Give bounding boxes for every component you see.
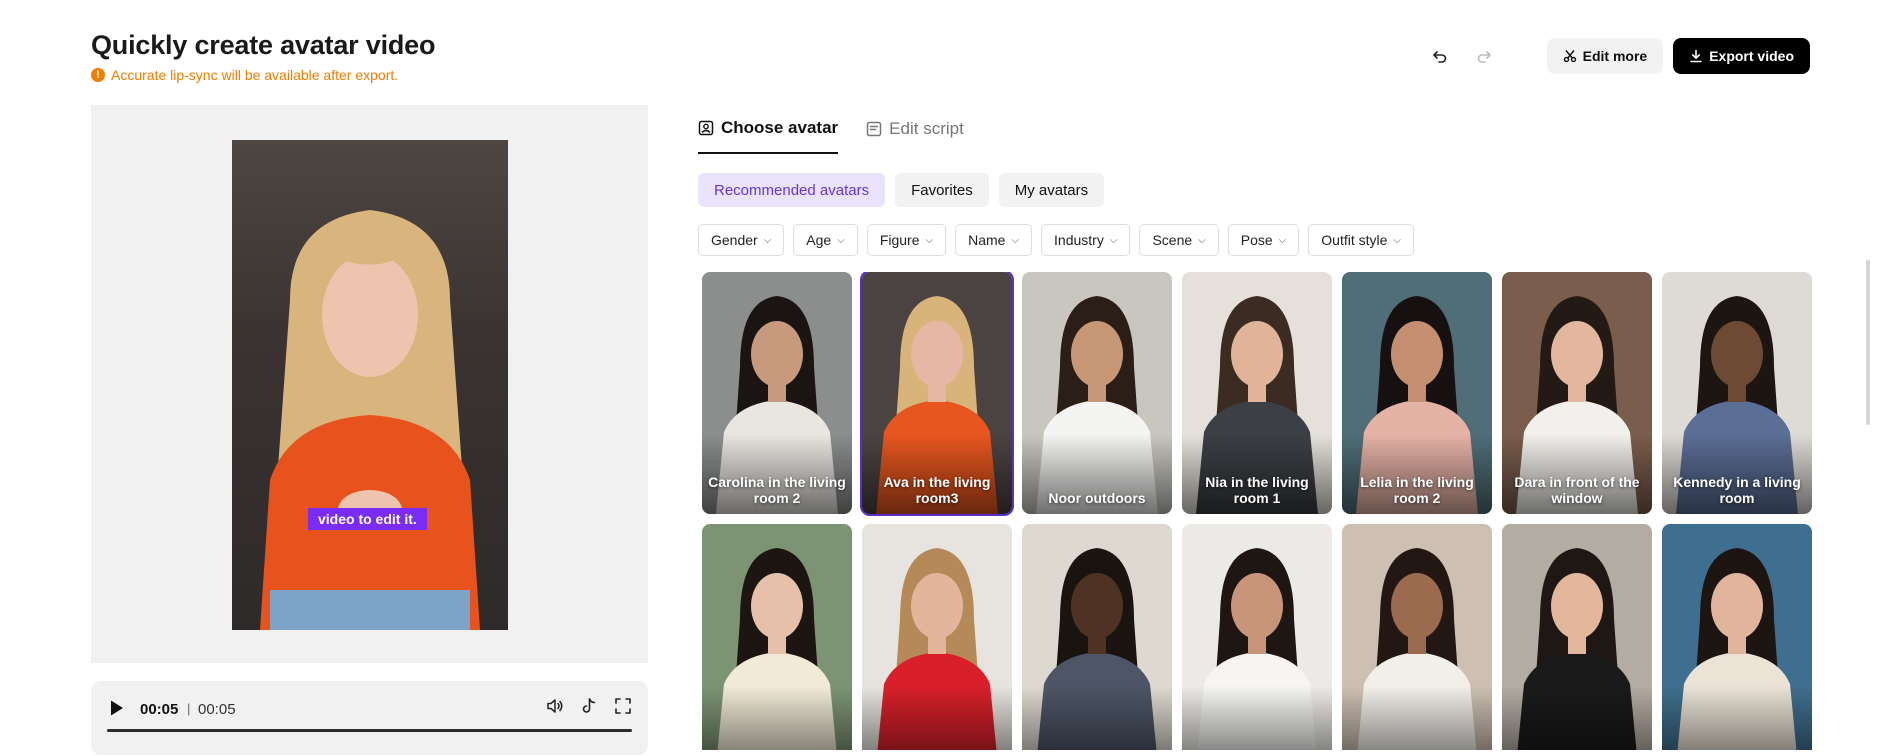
avatar-thumbnail	[1197, 548, 1317, 750]
page-title: Quickly create avatar video	[91, 30, 436, 60]
avatar-card[interactable]: Dara in front of the window	[1502, 272, 1652, 514]
avatar-card[interactable]	[1662, 524, 1812, 750]
avatar-card-label: Lelia in the living room 2	[1360, 473, 1474, 506]
script-icon	[866, 121, 882, 137]
scissors-icon	[1563, 50, 1576, 63]
avatar-card[interactable]: Lelia in the living room 2	[1342, 272, 1492, 514]
redo-button[interactable]	[1467, 39, 1501, 73]
avatar-card[interactable]	[1182, 524, 1332, 750]
edit-more-label: Edit more	[1582, 48, 1648, 64]
chevron-down-icon: ⌵	[837, 234, 845, 246]
fullscreen-icon[interactable]	[614, 697, 632, 720]
video-player-controls: 00:05 | 00:05	[91, 681, 648, 755]
avatar-preview-image	[260, 210, 480, 630]
avatar-filters: Gender ⌵ Age ⌵ Figure ⌵ Name ⌵ Industry ⌵ Sce…	[698, 224, 1414, 256]
chevron-down-icon: ⌵	[925, 234, 934, 246]
filter-label: Figure	[879, 232, 920, 248]
avatar-thumbnail	[877, 548, 997, 750]
avatar-card[interactable]	[862, 524, 1012, 750]
warning-text: Accurate lip-sync will be available afte…	[111, 67, 399, 83]
video-progress-bar[interactable]	[107, 729, 632, 732]
undo-button[interactable]	[1423, 39, 1457, 73]
volume-icon[interactable]	[546, 697, 564, 720]
avatar-card-label: Dara in front of the window	[1514, 473, 1640, 506]
tab-edit-script-label: Edit script	[889, 119, 964, 138]
filter-label: Scene	[1152, 232, 1193, 248]
tab-choose-avatar[interactable]: Choose avatar	[698, 118, 839, 154]
avatar-thumbnail	[717, 548, 837, 750]
download-icon	[1690, 49, 1703, 63]
warning-icon: !	[91, 68, 105, 82]
current-time: 00:05	[140, 701, 179, 718]
export-video-button[interactable]: Export video	[1673, 38, 1810, 74]
filter-label: Outfit style	[1321, 232, 1388, 248]
chevron-down-icon: ⌵	[1011, 234, 1020, 246]
avatar-card[interactable]: Kennedy in a living room	[1662, 272, 1812, 514]
chevron-down-icon: ⌵	[763, 234, 772, 246]
category-recommended-avatars[interactable]: Recommended avatars	[698, 173, 886, 207]
avatar-thumbnail	[1037, 548, 1157, 750]
panel-tabs: Choose avatar Edit script	[698, 118, 964, 154]
filter-label: Gender	[711, 232, 758, 248]
filter-figure[interactable]: Figure ⌵	[866, 224, 947, 256]
avatar-card[interactable]	[1502, 524, 1652, 750]
undo-icon	[1432, 51, 1446, 63]
avatar-card-label: Noor outdoors	[1048, 489, 1146, 506]
filter-age[interactable]: Age ⌵	[793, 224, 858, 256]
chevron-down-icon: ⌵	[1198, 234, 1206, 246]
avatar-card[interactable]: Noor outdoors	[1022, 272, 1172, 514]
filter-industry[interactable]: Industry ⌵	[1041, 224, 1131, 256]
avatar-categories: Recommended avatars Favorites My avatars	[698, 173, 1105, 207]
player-icons	[546, 697, 632, 720]
video-caption: video to edit it.	[308, 508, 427, 530]
category-favorites[interactable]: Favorites	[895, 173, 989, 207]
filter-label: Pose	[1240, 232, 1273, 248]
edit-more-button[interactable]: Edit more	[1546, 38, 1664, 74]
avatar-card-label: Carolina in the living room 2	[708, 473, 846, 506]
tiktok-icon[interactable]	[580, 697, 598, 720]
avatar-thumbnail	[1357, 548, 1477, 750]
filter-name[interactable]: Name ⌵	[955, 224, 1033, 256]
tab-choose-avatar-label: Choose avatar	[721, 118, 839, 137]
tab-edit-script[interactable]: Edit script	[866, 118, 964, 154]
chevron-down-icon: ⌵	[1109, 234, 1118, 246]
top-actions: Edit more Export video	[1423, 38, 1810, 74]
avatar-card[interactable]	[1022, 524, 1172, 750]
filter-scene[interactable]: Scene ⌵	[1139, 224, 1219, 256]
avatar-card[interactable]: Ava in the living room3	[860, 272, 1014, 516]
filter-pose[interactable]: Pose ⌵	[1227, 224, 1300, 256]
category-my-avatars[interactable]: My avatars	[998, 173, 1105, 207]
avatar-card-label: Ava in the living room3	[883, 473, 991, 506]
total-time: 00:05	[198, 701, 236, 718]
play-button[interactable]	[109, 699, 125, 722]
filter-label: Industry	[1054, 232, 1104, 248]
avatar-card-label: Kennedy in a living room	[1673, 473, 1801, 506]
redo-icon	[1477, 51, 1491, 63]
avatar-thumbnail	[1517, 548, 1637, 750]
filter-label: Name	[968, 232, 1006, 248]
filter-label: Age	[806, 232, 832, 248]
avatar-thumbnail	[1677, 548, 1797, 750]
export-video-label: Export video	[1709, 48, 1794, 64]
page-header: Quickly create avatar video ! Accurate l…	[91, 30, 435, 83]
chevron-down-icon: ⌵	[1393, 234, 1401, 246]
lipsync-warning: ! Accurate lip-sync will be available af…	[91, 67, 435, 83]
time-separator: |	[187, 701, 191, 716]
avatar-card[interactable]: Carolina in the living room 2	[702, 272, 852, 514]
avatar-grid: Carolina in the living room 2 Ava in the …	[702, 272, 1812, 750]
avatar-grid-scrollbar[interactable]	[1866, 260, 1870, 425]
avatar-card[interactable]	[702, 524, 852, 750]
avatar-thumbnail	[1036, 296, 1158, 514]
avatar-icon	[698, 120, 714, 136]
filter-outfit-style[interactable]: Outfit style ⌵	[1308, 224, 1414, 256]
avatar-card[interactable]	[1342, 524, 1492, 750]
video-preview-panel: video to edit it.	[91, 105, 648, 663]
avatar-card[interactable]: Nia in the living room 1	[1182, 272, 1332, 514]
chevron-down-icon: ⌵	[1278, 234, 1287, 246]
avatar-card-label: Nia in the living room 1	[1205, 473, 1309, 506]
video-frame[interactable]: video to edit it.	[232, 140, 508, 630]
filter-gender[interactable]: Gender ⌵	[698, 224, 785, 256]
play-icon	[111, 700, 123, 716]
